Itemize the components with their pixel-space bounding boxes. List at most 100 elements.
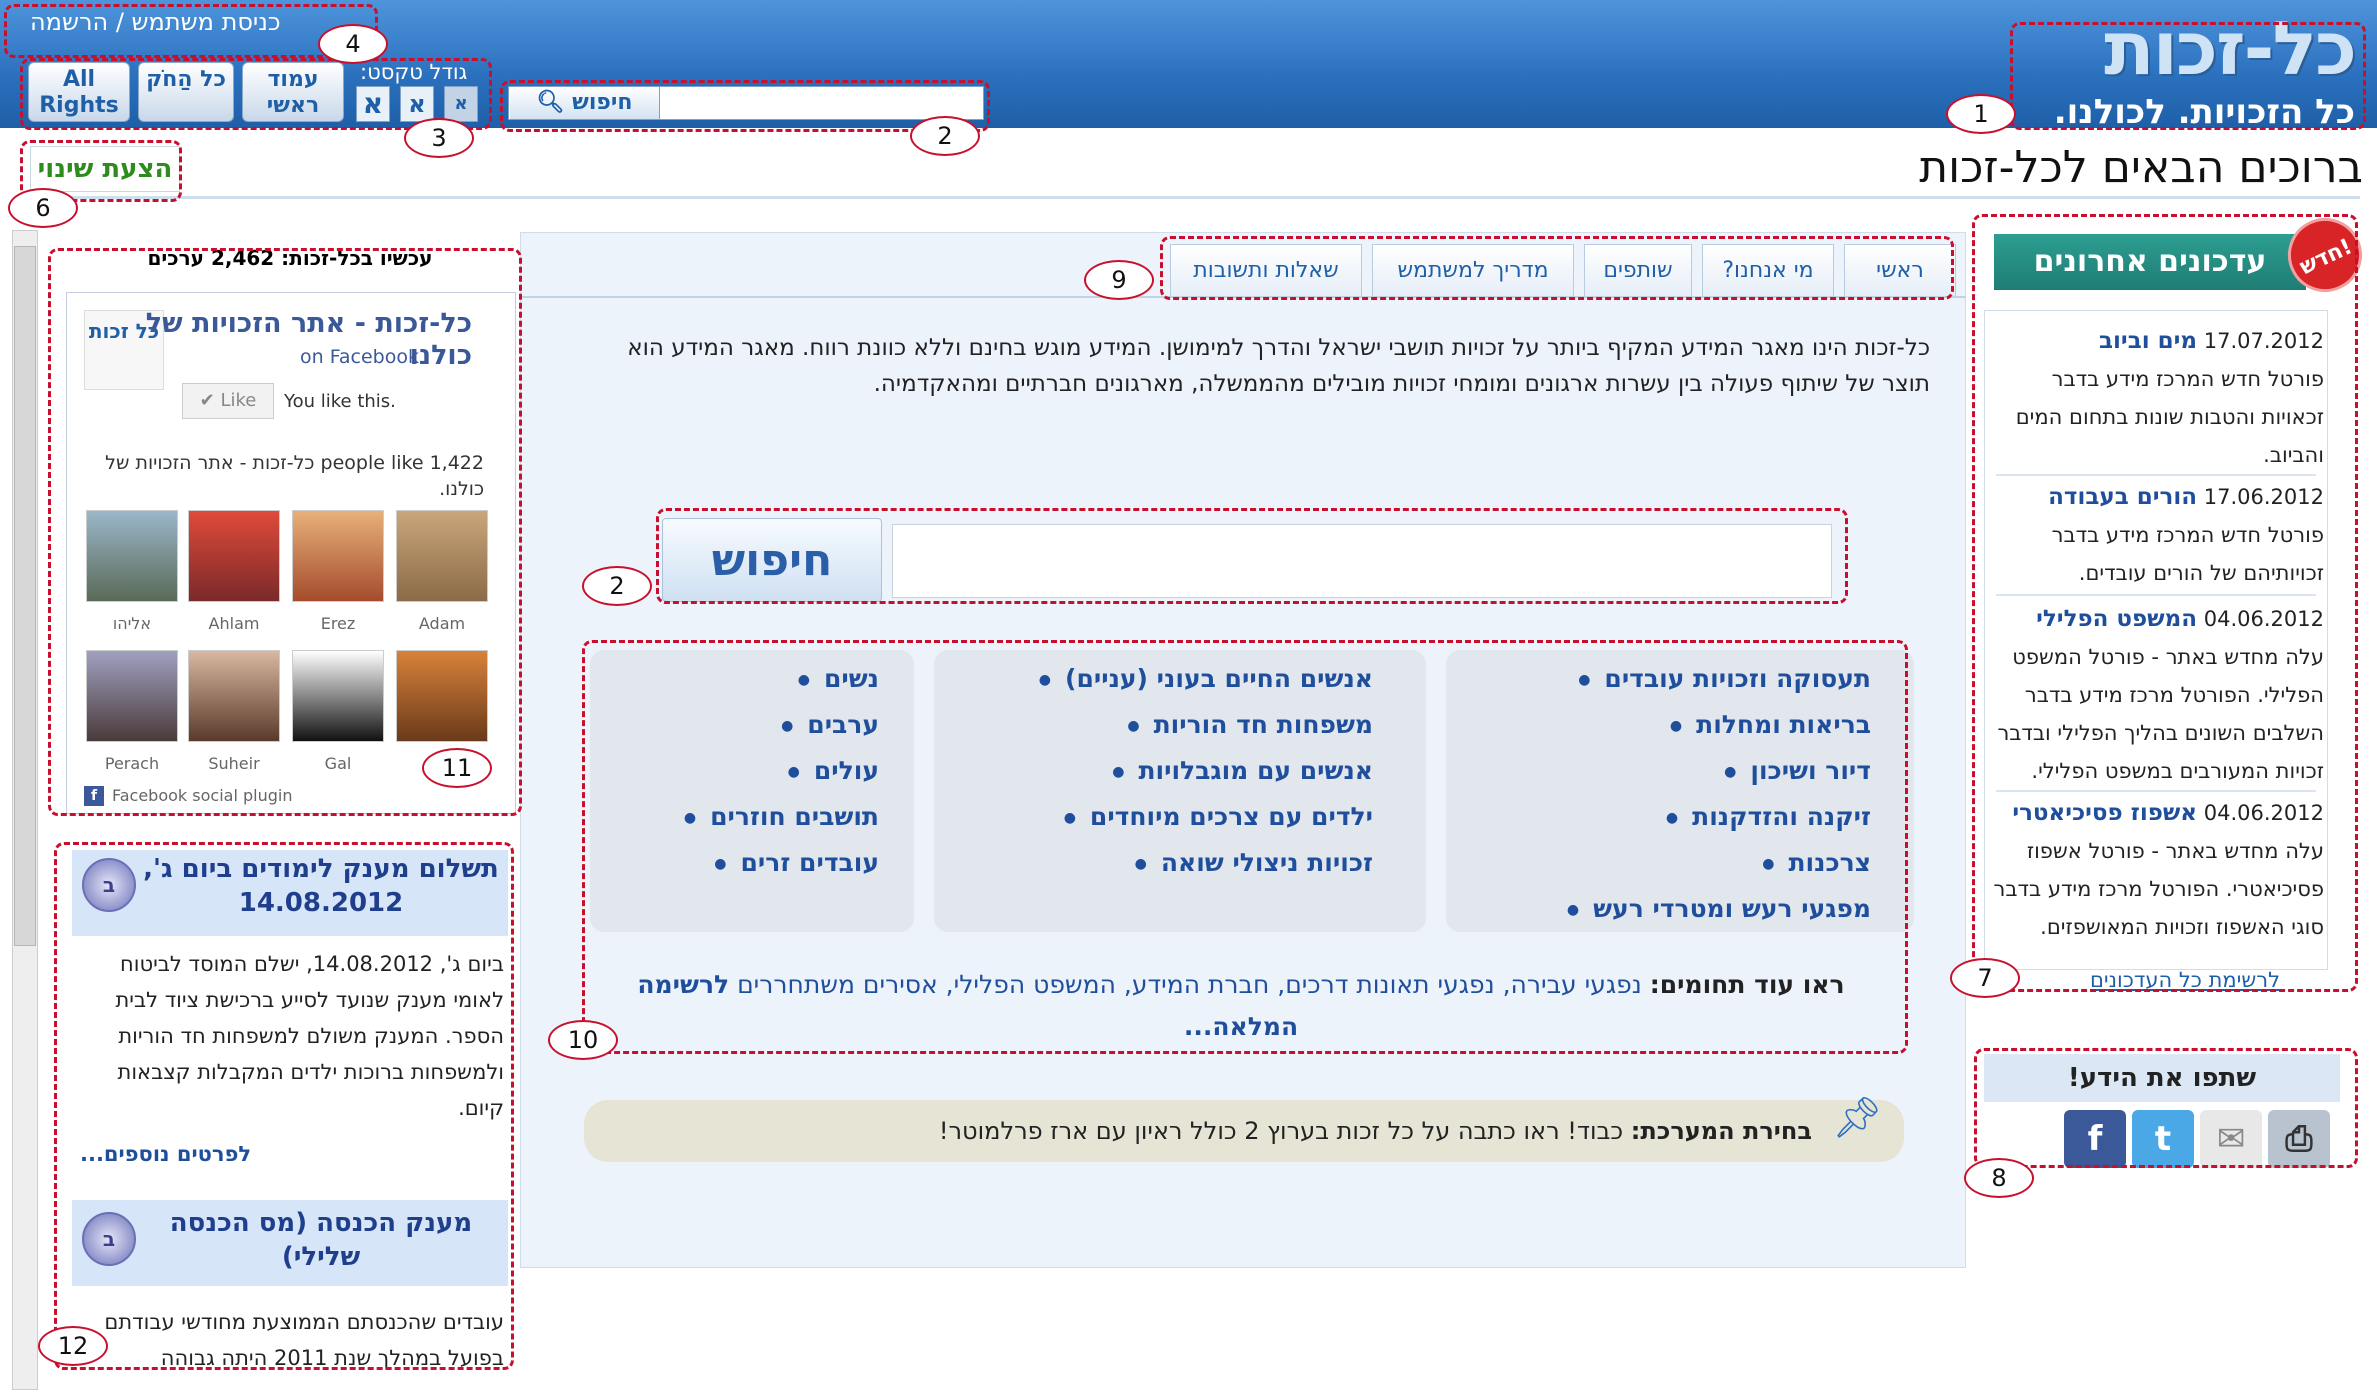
- editor-pick-text[interactable]: כבוד! ראו כתבה על כל זכות בערוץ 2 כולל ר…: [939, 1117, 1623, 1145]
- category-link[interactable]: תעסוקה וזכויות עובדים: [1578, 664, 1871, 693]
- annotation-label: 3: [404, 118, 474, 158]
- category-link[interactable]: ערבים: [781, 710, 879, 739]
- search-icon: 🔍︎: [536, 90, 565, 115]
- update-divider: [1996, 790, 2316, 792]
- page-title: ברוכים הבאים לכל-זכות: [1919, 142, 2363, 193]
- facebook-face-avatar[interactable]: [396, 650, 488, 742]
- update-item: 17.06.2012 הורים בעבודה פורטל חדש המרכז …: [1990, 478, 2324, 592]
- facebook-like-button[interactable]: ✔ Like: [182, 383, 274, 419]
- all-updates-link[interactable]: לרשימת כל העדכונים: [2090, 968, 2280, 992]
- tab-faq[interactable]: שאלות ותשובות: [1170, 244, 1362, 296]
- more-areas-label: ראו עוד תחומים:: [1649, 970, 1845, 999]
- update-text: עלה מחדש באתר - פורטל המשפט הפלילי. הפור…: [1997, 645, 2324, 783]
- main-search-button[interactable]: חיפוש: [662, 518, 882, 602]
- annotation-label: 2: [910, 116, 980, 156]
- update-date: 17.07.2012: [2203, 329, 2324, 353]
- news-title[interactable]: מענק הכנסה (מס הכנסה שלילי): [140, 1206, 502, 1274]
- update-title[interactable]: אשפוז פסיכיאטרי: [2012, 800, 2197, 826]
- home-page-button[interactable]: עמוד ראשי: [242, 62, 344, 122]
- logo-slogan: כל הזכויות. לכולנו.: [2053, 92, 2355, 132]
- facebook-face-avatar[interactable]: [396, 510, 488, 602]
- latest-updates-header: עדכונים אחרונים: [1994, 234, 2306, 290]
- update-item: 17.07.2012 מים וביוב פורטל חדש המרכז מיד…: [1990, 322, 2324, 474]
- font-size-medium-button[interactable]: א: [400, 86, 434, 122]
- print-icon[interactable]: ⎙: [2268, 1110, 2330, 1168]
- update-text: פורטל חדש המרכז מידע בדבר זכויותיהם של ה…: [2051, 523, 2324, 585]
- site-header: כל-זכות כל הזכויות. לכולנו. כניסת משתמש …: [0, 0, 2377, 132]
- pushpin-icon: 📌︎: [1832, 1095, 1883, 1141]
- update-title[interactable]: מים וביוב: [2099, 328, 2197, 354]
- kol-hachok-button[interactable]: כל הַחֹק: [138, 62, 234, 122]
- main-search-input[interactable]: [892, 524, 1832, 598]
- update-title[interactable]: הורים בעבודה: [2048, 484, 2197, 510]
- login-register-link[interactable]: כניסת משתמש / הרשמה: [30, 8, 281, 36]
- facebook-face-avatar[interactable]: [86, 510, 178, 602]
- tab-user-guide[interactable]: מדריך למשתמש: [1372, 244, 1574, 296]
- title-divider: [20, 196, 2360, 199]
- tab-home[interactable]: ראשי: [1844, 244, 1956, 296]
- category-link[interactable]: עובדים זרים: [714, 848, 879, 877]
- facebook-face-name: Perach: [104, 754, 160, 773]
- category-link[interactable]: זיקנה והזדקנות: [1666, 802, 1871, 831]
- facebook-share-icon[interactable]: f: [2064, 1110, 2126, 1168]
- facebook-face-avatar[interactable]: [292, 510, 384, 602]
- scrollbar-thumb[interactable]: [14, 246, 36, 946]
- font-size-large-button[interactable]: א: [356, 86, 390, 122]
- category-link[interactable]: אנשים החיים בעוני (עניים): [1039, 664, 1373, 693]
- all-rights-button[interactable]: All Rights: [28, 62, 130, 122]
- more-areas-links[interactable]: נפגעי עבירה, נפגעי תאונות דרכים, חברת המ…: [737, 970, 1642, 999]
- tab-about[interactable]: מי אנחנו?: [1702, 244, 1834, 296]
- category-link[interactable]: דיור ושיכון: [1724, 756, 1871, 785]
- category-link[interactable]: משפחות חד הוריות: [1127, 710, 1373, 739]
- annotation-label: 12: [38, 1326, 108, 1366]
- category-link[interactable]: מפגעי רעש ומטרדי רעש: [1567, 894, 1871, 923]
- annotation-label: 6: [8, 188, 78, 228]
- category-link[interactable]: נשים: [798, 664, 879, 693]
- facebook-face-name: Ahlam: [208, 614, 260, 633]
- update-title[interactable]: המשפט הפלילי: [2036, 606, 2197, 632]
- facebook-face-avatar[interactable]: [292, 650, 384, 742]
- category-link[interactable]: צרכנות: [1762, 848, 1871, 877]
- share-header: שתפו את הידע!: [1984, 1054, 2340, 1102]
- header-search-button[interactable]: חיפוש 🔍︎: [510, 87, 660, 119]
- twitter-share-icon[interactable]: t: [2132, 1110, 2194, 1168]
- email-share-icon[interactable]: ✉: [2200, 1110, 2262, 1168]
- category-link[interactable]: ילדים עם צרכים מיוחדים: [1064, 802, 1373, 831]
- category-link[interactable]: עולים: [788, 756, 879, 785]
- annotation-label: 7: [1950, 958, 2020, 998]
- facebook-icon: f: [84, 786, 104, 806]
- annotation-label: 10: [548, 1020, 618, 1060]
- facebook-plugin-label[interactable]: Facebook social plugin: [112, 786, 292, 805]
- news-more-link[interactable]: לפרטים נוספים...: [80, 1136, 504, 1172]
- people-like-text: 1,422 people like כל-זכות - אתר הזכויות …: [105, 452, 484, 500]
- annotation-label: 4: [318, 24, 388, 64]
- update-divider: [1996, 594, 2316, 596]
- category-link[interactable]: בריאות ומחלות: [1670, 710, 1871, 739]
- category-link[interactable]: זכויות ניצולי שואה: [1135, 848, 1373, 877]
- category-link[interactable]: אנשים עם מוגבלויות: [1112, 756, 1373, 785]
- editor-pick-bar: בחירת המערכת: כבוד! ראו כתבה על כל זכות …: [584, 1100, 1904, 1162]
- update-item: 04.06.2012 אשפוז פסיכיאטרי עלה מחדש באתר…: [1990, 794, 2324, 966]
- update-date: 04.06.2012: [2203, 801, 2324, 825]
- tab-partners[interactable]: שותפים: [1584, 244, 1692, 296]
- site-logo[interactable]: כל-זכות כל הזכויות. לכולנו.: [2015, 12, 2357, 132]
- propose-change-button[interactable]: הצעת שינוי: [30, 146, 180, 192]
- update-date: 17.06.2012: [2203, 485, 2324, 509]
- font-size-small-button[interactable]: א: [444, 86, 478, 122]
- you-like-text: You like this.: [284, 391, 396, 412]
- facebook-face-avatar[interactable]: [86, 650, 178, 742]
- like-label: Like: [220, 390, 257, 411]
- news-body: עובדים שהכנסתם הממוצעת מחודשי עבודתם בפו…: [104, 1310, 504, 1370]
- annotation-label: 11: [422, 748, 492, 788]
- editor-pick-label: בחירת המערכת:: [1630, 1117, 1812, 1145]
- facebook-face-avatar[interactable]: [188, 650, 280, 742]
- news-title[interactable]: תשלום מענק לימודים ביום ג', 14.08.2012: [140, 852, 502, 920]
- facebook-face-name: אליהו: [112, 614, 152, 633]
- category-link[interactable]: תושבים חוזרים: [684, 802, 879, 831]
- check-icon: ✔: [199, 390, 221, 411]
- facebook-face-avatar[interactable]: [188, 510, 280, 602]
- news-body: ביום ג', 14.08.2012, ישלם המוסד לביטוח ל…: [115, 952, 504, 1120]
- facebook-face-name: Gal: [324, 754, 352, 773]
- update-divider: [1996, 474, 2316, 476]
- national-insurance-icon: ב: [82, 1212, 136, 1266]
